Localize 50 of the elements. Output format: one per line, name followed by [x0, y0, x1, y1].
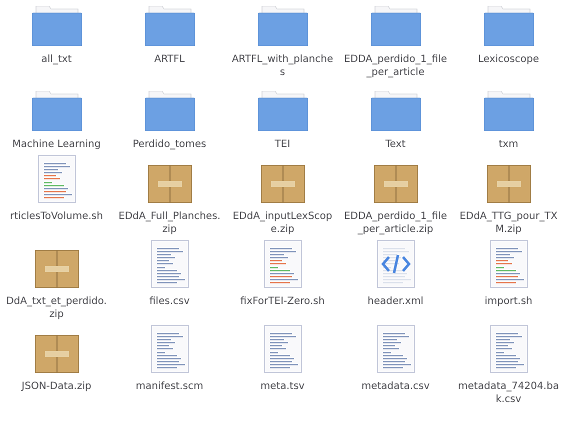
folder-icon: [370, 91, 420, 131]
script-file-icon: [38, 155, 76, 203]
folder-icon: [484, 91, 534, 131]
folder-icon: [144, 91, 194, 131]
file-name: Text: [384, 138, 407, 151]
file-name: metadata_74204.bak.csv: [457, 380, 560, 406]
file-name: EDDA_perdido_1_file_per_article: [344, 53, 448, 79]
file-name: files.csv: [148, 295, 191, 308]
file-name: DdA_txt_et_perdido.zip: [5, 295, 108, 321]
text-file-icon: [490, 325, 528, 373]
file-name: Lexicoscope: [476, 53, 540, 66]
file-name: EDdA_Full_Planches.zip: [118, 210, 222, 236]
file-name: fixForTEI-Zero.sh: [239, 295, 326, 308]
package-icon: [34, 250, 78, 288]
package-icon: [34, 335, 78, 373]
file-name: JSON-Data.zip: [20, 380, 92, 393]
file-name: Perdido_tomes: [132, 138, 208, 151]
package-icon: [374, 165, 418, 203]
file-name: TEI: [274, 138, 292, 151]
text-file-icon: [150, 325, 188, 373]
package-icon: [486, 165, 530, 203]
file-name: all_txt: [40, 53, 73, 66]
file-name: manifest.scm: [134, 380, 204, 393]
file-name: rticlesToVolume.sh: [9, 210, 104, 223]
folder-icon: [144, 6, 194, 46]
file-name: EDDA_perdido_1_file_per_article.zip: [344, 210, 448, 236]
folder-icon: [32, 91, 82, 131]
script-file-icon: [490, 240, 528, 288]
file-name: ARTFL_with_planches: [230, 53, 334, 79]
file-name: Machine Learning: [11, 138, 102, 151]
folder-icon: [370, 6, 420, 46]
file-name: import.sh: [484, 295, 534, 308]
file-name: EDdA_TTG_pour_TXM.zip: [458, 210, 558, 236]
text-file-icon: [150, 240, 188, 288]
file-name: ARTFL: [153, 53, 186, 66]
file-name: metadata.csv: [360, 380, 431, 393]
text-file-icon: [376, 325, 414, 373]
package-icon: [260, 165, 304, 203]
file-name: meta.tsv: [259, 380, 306, 393]
folder-icon: [484, 6, 534, 46]
folder-icon: [258, 6, 308, 46]
file-name: EDdA_inputLexScope.zip: [232, 210, 334, 236]
script-file-icon: [264, 240, 302, 288]
folder-icon: [32, 6, 82, 46]
file-name: header.xml: [366, 295, 424, 308]
code-file-icon: [376, 240, 414, 288]
folder-icon: [258, 91, 308, 131]
text-file-icon: [264, 325, 302, 373]
file-name: txm: [498, 138, 520, 151]
package-icon: [148, 165, 192, 203]
